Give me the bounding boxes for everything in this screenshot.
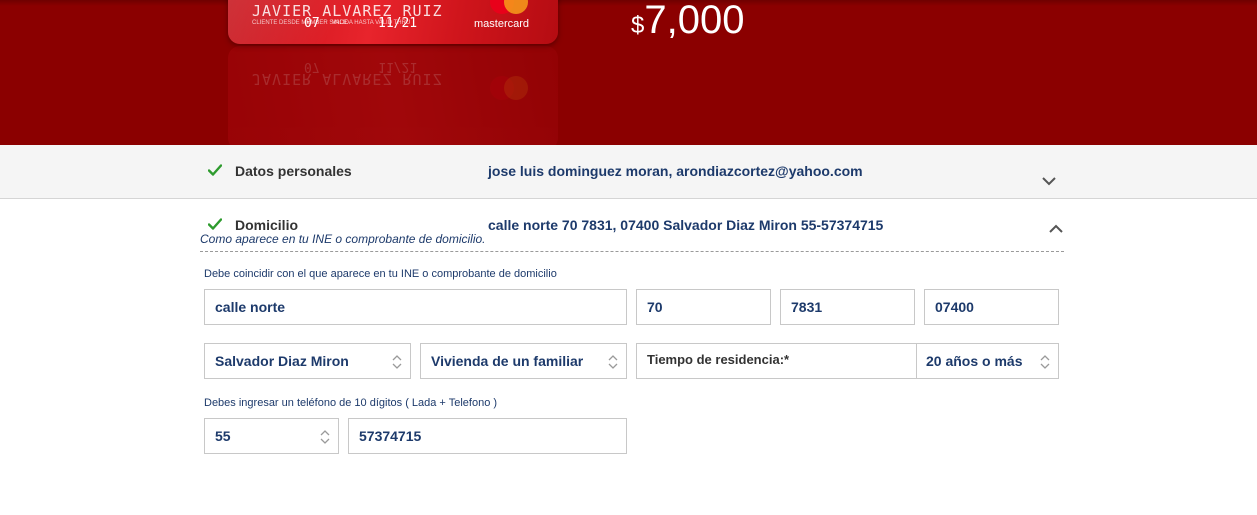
section-address-title[interactable]: Domicilio	[235, 217, 298, 233]
section-personal-data[interactable]: Datos personales jose luis dominguez mor…	[0, 145, 1257, 199]
residence-time-value: 20 años o más	[926, 353, 1023, 369]
street-input[interactable]: calle norte	[204, 289, 627, 325]
section-personal-title: Datos personales	[235, 163, 352, 179]
residence-time-label: Tiempo de residencia:*	[647, 352, 790, 367]
card-valid-thru-reflection: 11/21	[378, 59, 418, 74]
phone-area-value: 55	[215, 428, 231, 444]
card-valid-thru-label: VALIDA HASTA VALID THRU	[332, 20, 411, 26]
mastercard-wordmark: mastercard	[474, 18, 530, 30]
amount-value: 7,000	[644, 0, 745, 42]
check-icon	[208, 164, 222, 176]
check-icon	[208, 218, 222, 230]
int-number-input[interactable]: 7831	[780, 289, 915, 325]
section-personal-summary: jose luis dominguez moran, arondiazcorte…	[488, 163, 863, 179]
amount-currency: $	[631, 12, 645, 39]
select-arrows-icon	[1040, 355, 1050, 369]
housing-type-value: Vivienda de un familiar	[431, 353, 584, 369]
ext-number-value: 70	[647, 299, 663, 315]
phone-area-select[interactable]: 55	[204, 418, 339, 454]
card-valid-thru-value: 11/21	[378, 16, 418, 31]
int-number-value: 7831	[791, 299, 823, 315]
residence-time-group: Tiempo de residencia:* 20 años o más	[636, 343, 1059, 379]
card-member-since-value: 07	[304, 16, 320, 31]
phone-number-input[interactable]: 57374715	[348, 418, 627, 454]
chevron-down-icon[interactable]	[1041, 176, 1057, 186]
mastercard-logo-reflection	[488, 72, 528, 100]
street-value: calle norte	[215, 299, 286, 315]
colony-select[interactable]: Salvador Diaz Miron	[204, 343, 411, 379]
phone-label: Debes ingresar un teléfono de 10 dígitos…	[204, 397, 498, 409]
phone-number-value: 57374715	[359, 428, 422, 444]
postal-code-value: 07400	[935, 299, 974, 315]
address-match-label: Debe coincidir con el que aparece en tu …	[204, 268, 557, 280]
section-divider	[200, 251, 1064, 252]
section-address-summary: calle norte 70 7831, 07400 Salvador Diaz…	[488, 217, 884, 233]
address-hint: Como aparece en tu INE o comprobante de …	[200, 232, 486, 246]
select-arrows-icon	[320, 430, 330, 444]
credit-card-image: JAVIER ALVAREZ RUIZ CLIENTE DESDE MEMBER…	[228, 0, 558, 44]
chevron-up-icon[interactable]	[1048, 224, 1064, 234]
colony-value: Salvador Diaz Miron	[215, 353, 349, 369]
select-arrows-icon	[608, 355, 618, 369]
ext-number-input[interactable]: 70	[636, 289, 771, 325]
hero-banner: JAVIER ALVAREZ RUIZ 07 11/21 JAVIER ALVA…	[0, 0, 1257, 145]
card-member-since-reflection: 07	[304, 59, 320, 74]
housing-type-select[interactable]: Vivienda de un familiar	[420, 343, 627, 379]
hero-shade	[0, 0, 1257, 6]
mastercard-logo	[488, 0, 528, 18]
credit-card-reflection: JAVIER ALVAREZ RUIZ 07 11/21	[228, 46, 558, 145]
credit-amount: $7,000	[631, 0, 744, 40]
residence-time-select[interactable]: 20 años o más	[917, 344, 1058, 378]
postal-code-input[interactable]: 07400	[924, 289, 1059, 325]
select-arrows-icon	[392, 355, 402, 369]
card-member-since-label: CLIENTE DESDE MEMBER SINCE	[252, 20, 348, 26]
